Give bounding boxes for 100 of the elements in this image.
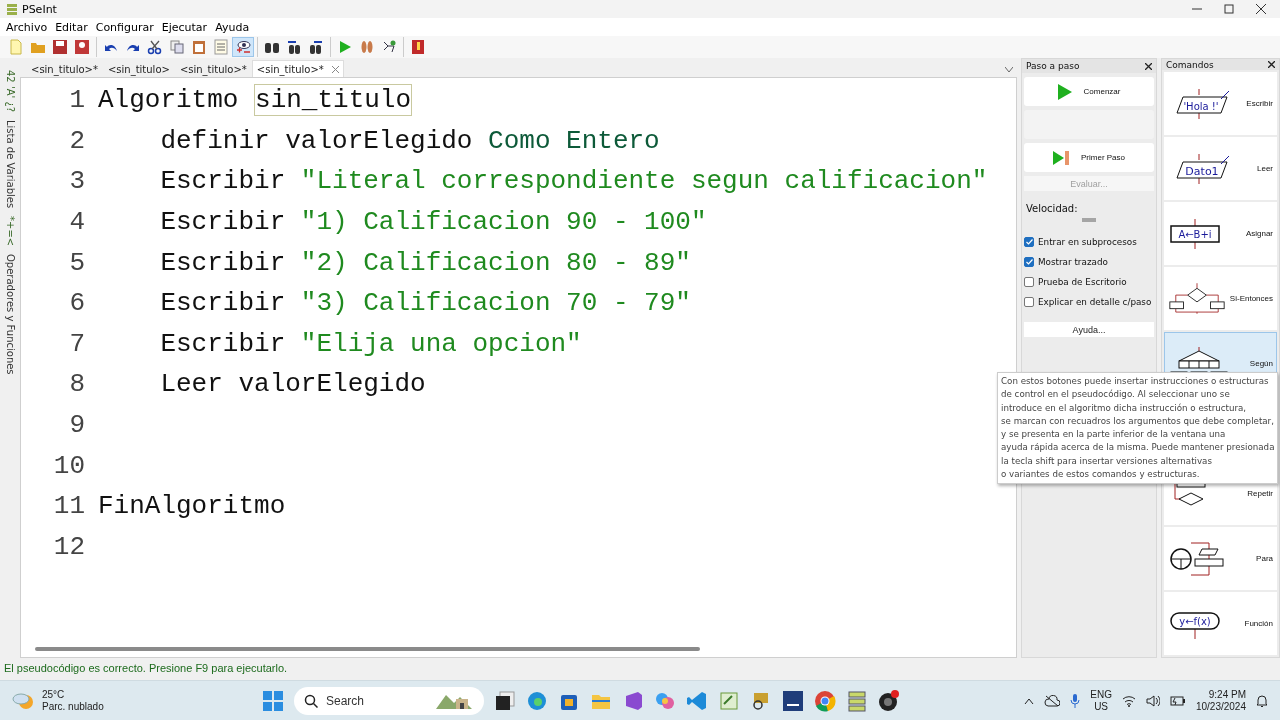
- chevron-up-icon[interactable]: [1024, 696, 1035, 705]
- footprints-icon: [359, 39, 375, 55]
- symbols-label[interactable]: 42 'A' ¿?: [4, 70, 16, 113]
- battery-icon[interactable]: [1169, 695, 1186, 706]
- command-button[interactable]: Para: [1164, 527, 1277, 590]
- maximize-icon[interactable]: [1224, 4, 1234, 14]
- task-view-icon[interactable]: [494, 689, 516, 712]
- code-line: Escribir "1) Calificacion 90 - 100": [159, 207, 707, 238]
- weather-text: Parc. nublado: [42, 700, 104, 713]
- close-icon[interactable]: [1268, 61, 1275, 68]
- option-label: Explicar en detalle c/paso: [1038, 297, 1152, 307]
- window-title: PSeInt: [22, 2, 57, 16]
- code-line: Escribir "Literal correspondiente segun calificacion": [159, 166, 988, 197]
- browser-icon[interactable]: [526, 689, 548, 712]
- new-file-icon: [8, 39, 24, 55]
- status-message: El pseudocódigo es correcto. Presione F9 para ejecutarlo.: [4, 662, 288, 674]
- command-button[interactable]: A←B+i Asignar: [1164, 202, 1277, 265]
- start-button[interactable]: Comenzar: [1024, 77, 1154, 106]
- dropdown-icon[interactable]: [1005, 67, 1013, 73]
- line-number: 12: [52, 531, 85, 562]
- app-logo-icon: [6, 3, 18, 15]
- checkbox[interactable]: [1024, 257, 1034, 267]
- code-line: Escribir "Elija una opcion": [159, 328, 582, 359]
- command-button[interactable]: 'Hola !' Escribir: [1164, 72, 1277, 135]
- line-number: 6: [68, 288, 85, 319]
- menu-item[interactable]: Archivo: [2, 20, 52, 34]
- tooltip-text: y se presenta en la parte inferior de la ventana una: [1001, 428, 1227, 442]
- scrollbar[interactable]: [35, 647, 700, 651]
- play-icon: [1057, 83, 1072, 100]
- option-label: Entrar en subprocesos: [1038, 237, 1137, 247]
- symbols-label[interactable]: *+=<: [4, 216, 16, 247]
- option-label: Prueba de Escritorio: [1038, 277, 1127, 287]
- toolbar-button[interactable]: [232, 37, 254, 57]
- tooltip-text: se marcan con recuadros los argumentos que debe completar,: [1001, 414, 1274, 428]
- speed-label: Velocidad:: [1025, 203, 1079, 214]
- tooltip-text: ayuda rápida acerca de la misma. Puede mantener presionada: [1001, 441, 1274, 455]
- start-icon[interactable]: [262, 689, 284, 712]
- line-number: 3: [68, 166, 85, 197]
- help-book-icon: [410, 39, 426, 55]
- line-number: 2: [68, 125, 85, 156]
- bell-icon[interactable]: [1256, 693, 1268, 708]
- language-text[interactable]: ENG: [1090, 688, 1112, 701]
- code-line: Escribir "2) Calificacion 80 - 89": [159, 247, 691, 278]
- temperature: 25°C: [42, 688, 66, 701]
- editor-tab[interactable]: <sin_titulo>*: [26, 60, 103, 77]
- region-text[interactable]: US: [1094, 700, 1109, 713]
- editor-tab[interactable]: <sin_titulo>*: [251, 60, 344, 77]
- code-line: Escribir "3) Calificacion 70 - 79": [159, 288, 691, 319]
- line-number: 8: [68, 369, 85, 400]
- line-number: 5: [68, 247, 85, 278]
- code-line: FinAlgoritmo: [98, 491, 286, 522]
- tooltip-text: introduce en el algoritmo dicha instrucción o estructura,: [1001, 401, 1248, 415]
- search-icon: [304, 693, 318, 708]
- code-line: definir valorElegido Como Entero: [159, 125, 660, 156]
- search-field[interactable]: Search: [294, 686, 484, 715]
- menu-item[interactable]: Editar: [51, 20, 92, 34]
- close-icon[interactable]: [1256, 4, 1266, 14]
- recorder-icon[interactable]: [878, 689, 900, 712]
- line-number: 10: [52, 450, 85, 481]
- first-step-button[interactable]: Primer Paso: [1024, 143, 1154, 172]
- notepad-icon[interactable]: [718, 689, 740, 712]
- line-number: 11: [52, 491, 85, 522]
- line-number: 1: [68, 85, 85, 116]
- panel-title: Comandos: [1166, 59, 1214, 70]
- code-line: Leer valorElegido: [159, 369, 426, 400]
- eye-icon: [235, 39, 251, 55]
- scissors-icon: [147, 39, 163, 55]
- speaker-icon[interactable]: [1145, 694, 1160, 707]
- checkbox[interactable]: [1024, 237, 1034, 247]
- code-line: Algoritmo sin_titulo: [98, 85, 413, 116]
- play-icon: [337, 39, 353, 55]
- side-tab[interactable]: Lista de Variables: [4, 120, 16, 209]
- wifi-icon[interactable]: [1121, 694, 1136, 707]
- microphone-icon[interactable]: [1070, 693, 1081, 708]
- code-editor-icon[interactable]: [686, 689, 708, 712]
- slider-thumb[interactable]: [1082, 218, 1096, 222]
- browser-icon[interactable]: [814, 689, 836, 712]
- binoculars-icon: [308, 39, 324, 55]
- dev-tool-icon[interactable]: [782, 689, 804, 712]
- menu-item[interactable]: Ejecutar: [157, 20, 212, 34]
- checkbox[interactable]: [1024, 277, 1034, 287]
- side-tab[interactable]: Operadores y Funciones: [4, 254, 16, 375]
- checkbox[interactable]: [1024, 297, 1034, 307]
- command-button[interactable]: Dato1 Leer: [1164, 137, 1277, 200]
- copy-icon: [169, 39, 185, 55]
- command-button[interactable]: y←f(x) Función: [1164, 592, 1277, 655]
- flowchart-app-icon[interactable]: [846, 689, 868, 712]
- loop-flowchart-icon: [1169, 540, 1227, 577]
- help-button[interactable]: Ayuda...: [1024, 322, 1154, 337]
- line-number: 9: [68, 410, 85, 441]
- cloud-off-icon[interactable]: [1044, 694, 1061, 707]
- editor-tab[interactable]: <sin_titulo>*: [174, 60, 252, 77]
- clock-time[interactable]: 9:24 PM: [1208, 688, 1246, 701]
- editor-tab[interactable]: <sin_titulo>: [102, 60, 175, 77]
- document-lines-icon: [213, 39, 229, 55]
- menu-item[interactable]: Configurar: [91, 20, 158, 34]
- clock-date[interactable]: 10/23/2024: [1195, 700, 1246, 713]
- command-button[interactable]: Si-Entonces: [1164, 267, 1277, 330]
- menu-item[interactable]: Ayuda: [211, 20, 254, 34]
- close-icon[interactable]: [1145, 62, 1152, 70]
